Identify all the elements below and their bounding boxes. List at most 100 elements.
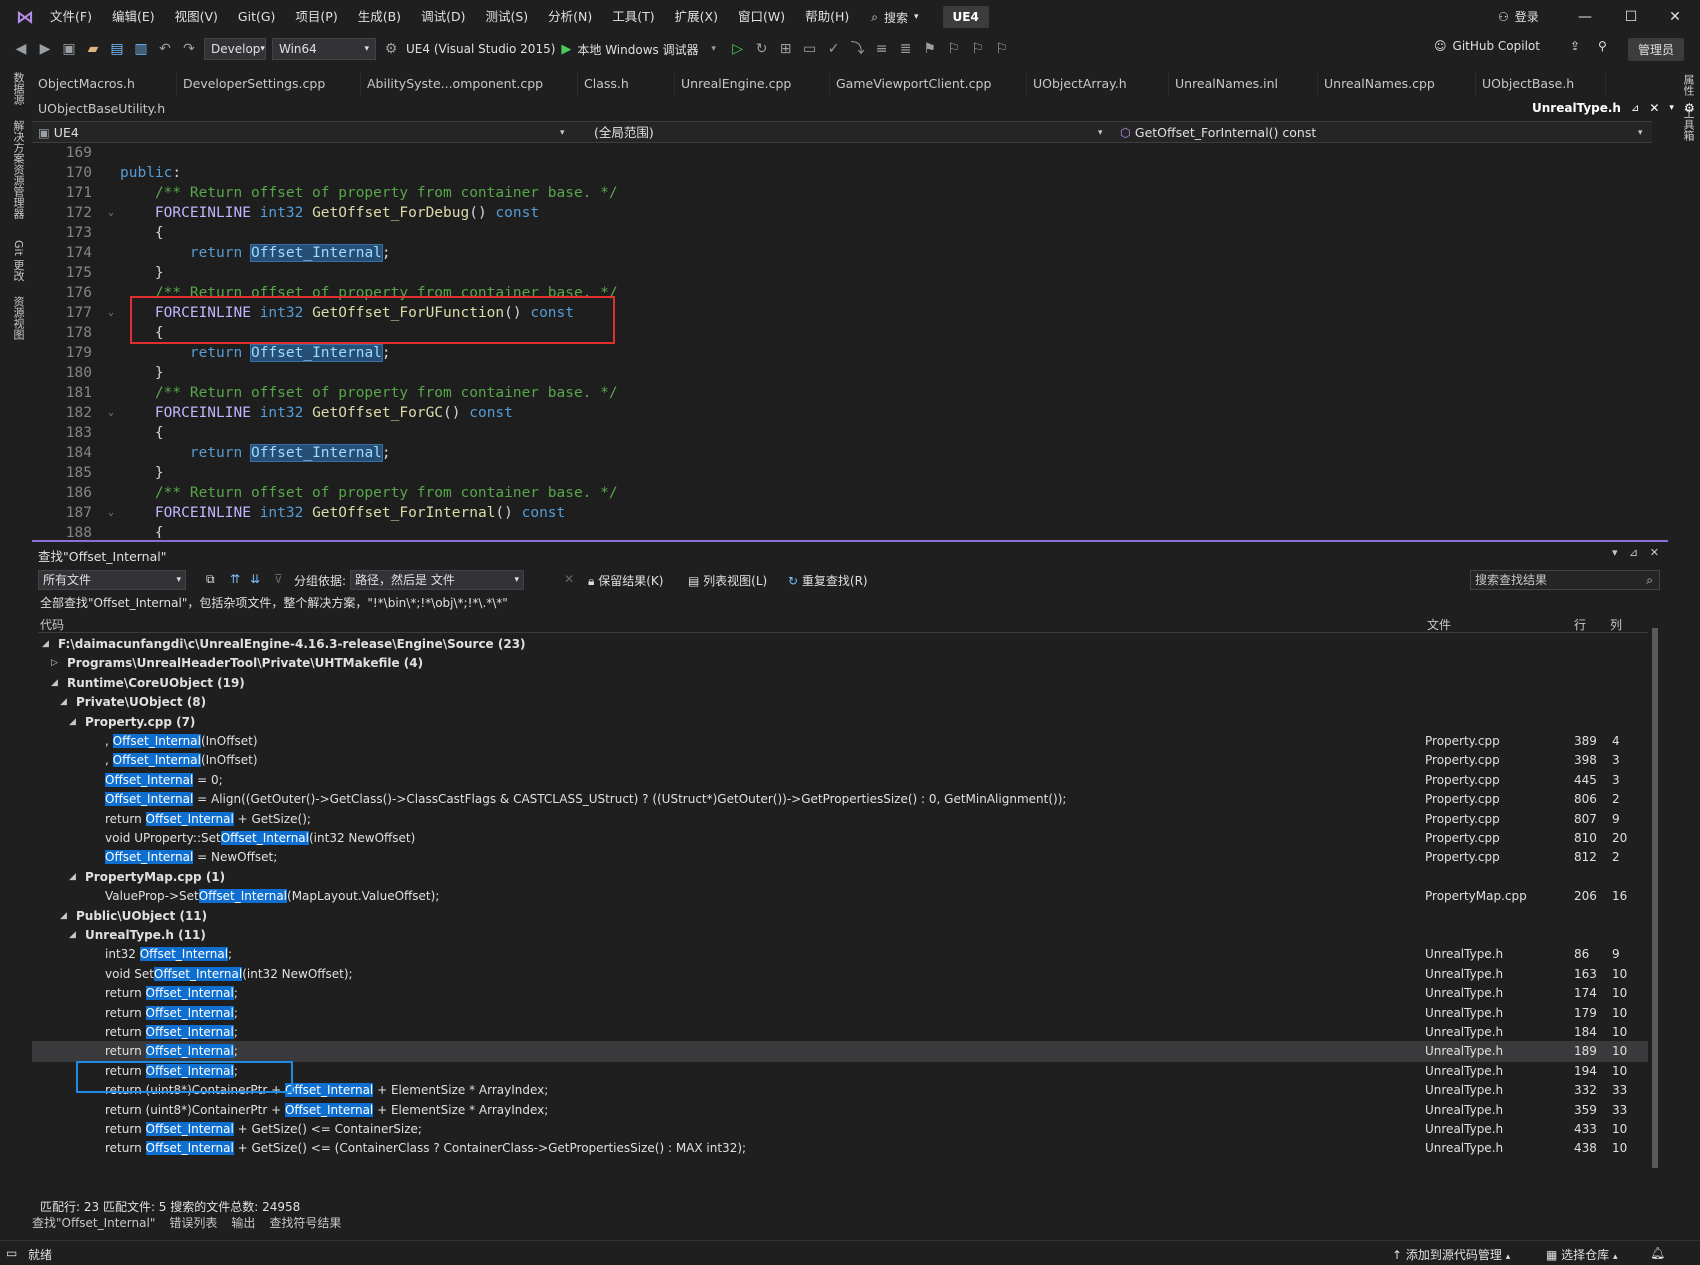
layout-icon[interactable]: ▭ [801,40,819,58]
result-row[interactable]: , Offset_Internal(InOffset) Property.cpp 3… [32,750,1648,771]
fold-toggle-icon[interactable]: ⌄ [108,503,114,523]
fold-toggle-icon[interactable]: ⌄ [108,303,114,323]
document-tab[interactable]: UnrealNames.cpp [1318,72,1476,96]
document-tab[interactable]: UnrealEngine.cpp [675,72,830,96]
code-line[interactable]: 169 [32,143,1632,163]
menu-item[interactable]: 调试(D) [411,0,475,34]
menu-item[interactable]: 帮助(H) [795,0,859,34]
step-icon[interactable]: ⤵ [849,40,867,58]
collapse-arrow-icon[interactable]: ◢ [60,692,67,713]
menu-item[interactable]: 分析(N) [538,0,602,34]
open-folder-icon[interactable]: ▰ [84,40,102,58]
code-line[interactable]: 171 /** Return offset of property from c… [32,183,1632,203]
document-tab[interactable]: UObjectBase.h [1476,72,1606,96]
document-tab[interactable]: AbilitySyste...omponent.cpp [361,72,578,96]
settings-gear-icon[interactable]: ⚙ [1684,101,1695,115]
result-group[interactable]: ◢ PropertyMap.cpp (1) [32,867,1648,888]
document-tab[interactable]: Class.h [578,72,675,96]
result-row[interactable]: int32 Offset_Internal; UnrealType.h 86 9 [32,944,1648,965]
rail-tab-properties[interactable]: 属性 [1680,74,1696,96]
result-row[interactable]: return (uint8*)ContainerPtr + Offset_Int… [32,1100,1648,1121]
code-line[interactable]: 179 return Offset_Internal; [32,343,1632,363]
menu-item[interactable]: 文件(F) [40,0,102,34]
code-line[interactable]: 182 ⌄ FORCEINLINE int32 GetOffset_ForGC()… [32,403,1632,423]
close-window-button[interactable]: ✕ [1660,6,1690,28]
stop-search-icon[interactable]: ✕ [564,572,574,586]
menu-item[interactable]: 项目(P) [285,0,347,34]
result-row[interactable]: return Offset_Internal + GetSize() <= Co… [32,1119,1648,1140]
result-row[interactable]: Offset_Internal = 0; Property.cpp 445 3 [32,770,1648,791]
code-line[interactable]: 181 /** Return offset of property from c… [32,383,1632,403]
close-panel-icon[interactable]: ✕ [1650,546,1659,559]
document-tab[interactable]: UObjectArray.h [1027,72,1169,96]
result-row[interactable]: , Offset_Internal(InOffset) Property.cpp 3… [32,731,1648,752]
column-header-line[interactable]: 行 [1574,616,1586,633]
collapse-arrow-icon[interactable]: ◢ [60,906,67,927]
document-tab[interactable]: ObjectMacros.h [32,72,177,96]
share-icon[interactable]: ⇪ [1570,39,1580,53]
result-row[interactable]: return Offset_Internal; UnrealType.h 179 10 [32,1003,1648,1024]
scope-filter-select[interactable]: 所有文件 ▾ [38,570,186,590]
collapse-arrow-icon[interactable]: ◢ [69,712,76,733]
rail-tab-data-sources[interactable]: 数据源 [10,72,26,105]
bookmark-clear-icon[interactable]: ⚐ [993,40,1011,58]
expand-arrow-icon[interactable]: ▷ [51,653,58,674]
copy-icon[interactable]: ⧉ [206,572,215,587]
column-header-column[interactable]: 列 [1610,616,1622,633]
filter-icon[interactable]: ⊽ [274,572,283,586]
scrollbar-thumb[interactable] [1652,628,1658,1168]
save-all-icon[interactable]: ▥ [132,40,150,58]
code-line[interactable]: 183 { [32,423,1632,443]
code-line[interactable]: 188 { [32,523,1632,538]
project-select[interactable]: ▣ UE4 [32,123,522,143]
save-icon[interactable]: ▤ [108,40,126,58]
result-group[interactable]: ◢ Private\UObject (8) [32,692,1648,713]
play-icon[interactable]: ▶ [561,42,571,57]
chevron-down-icon[interactable]: ▾ [1612,546,1618,559]
spell-check-icon[interactable]: ✓ [825,40,843,58]
result-group[interactable]: ▷ Programs\UnrealHeaderTool\Private\UHTMa… [32,653,1648,674]
result-row[interactable]: Offset_Internal = Align((GetOuter()->Get… [32,789,1648,810]
tab-find-results[interactable]: 查找"Offset_Internal" [32,1213,155,1233]
solution-name-badge[interactable]: UE4 [942,6,989,28]
chevron-down-icon[interactable]: ▾ [705,40,723,58]
member-select[interactable]: ⬡ GetOffset_ForInternal() const [1114,123,1614,143]
configuration-select[interactable]: Develop ▾ [204,38,266,60]
result-row[interactable]: void SetOffset_Internal(int32 NewOffset)… [32,964,1648,985]
fold-toggle-icon[interactable]: ⌄ [108,203,114,223]
result-row[interactable]: Offset_Internal = NewOffset; Property.cpp… [32,847,1648,868]
menu-item[interactable]: 编辑(E) [102,0,165,34]
code-line[interactable]: 187 ⌄ FORCEINLINE int32 GetOffset_ForInte… [32,503,1632,523]
comment-icon[interactable]: ≡ [873,40,891,58]
result-row[interactable]: return Offset_Internal; UnrealType.h 184 10 [32,1022,1648,1043]
navigate-back-icon[interactable]: ◀ [12,40,30,58]
feedback-icon[interactable]: ⚲ [1598,39,1607,53]
code-line[interactable]: 185 } [32,463,1632,483]
tab-error-list[interactable]: 错误列表 [169,1213,217,1233]
menu-item[interactable]: 窗口(W) [728,0,795,34]
notification-bell-icon[interactable]: 🔔︎ [1650,1246,1665,1260]
solution-explorer-icon[interactable]: ⊞ [777,40,795,58]
hot-reload-icon[interactable]: ↻ [753,40,771,58]
code-line[interactable]: 186 /** Return offset of property from c… [32,483,1632,503]
code-line[interactable]: 170 public: [32,163,1632,183]
result-row[interactable]: return Offset_Internal + GetSize(); Prope… [32,809,1648,830]
result-row[interactable]: return Offset_Internal + GetSize() <= (C… [32,1138,1648,1159]
bookmark-prev-icon[interactable]: ⚐ [945,40,963,58]
result-group[interactable]: ◢ Public\UObject (11) [32,906,1648,927]
editor-scrollbar[interactable] [1652,143,1668,538]
prev-result-icon[interactable]: ⇈ [230,572,240,586]
collapse-arrow-icon[interactable]: ◢ [42,634,49,655]
next-result-icon[interactable]: ⇊ [250,572,260,586]
column-header-file[interactable]: 文件 [1427,616,1451,633]
collapse-arrow-icon[interactable]: ◢ [69,925,76,946]
search-menu[interactable]: ⌕ 搜索 ▾ [871,9,918,26]
menu-item[interactable]: 生成(B) [348,0,411,34]
start-without-debug-icon[interactable]: ▷ [729,40,747,58]
undo-icon[interactable]: ↶ [156,40,174,58]
github-copilot-button[interactable]: ☺ GitHub Copilot ⇪ ⚲ [1434,39,1607,53]
column-header-code[interactable]: 代码 [40,616,64,633]
document-tab[interactable]: UObjectBaseUtility.h [32,97,171,121]
uncomment-icon[interactable]: ≣ [897,40,915,58]
collapse-arrow-icon[interactable]: ◢ [69,867,76,888]
